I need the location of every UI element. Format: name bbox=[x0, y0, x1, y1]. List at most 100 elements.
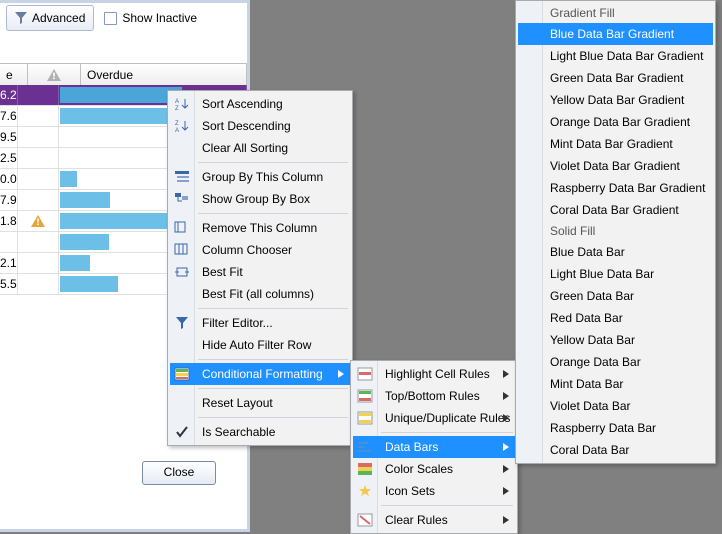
cell-warning bbox=[18, 232, 59, 252]
submenu-arrow-icon bbox=[503, 411, 509, 425]
cell-warning bbox=[18, 274, 59, 294]
warning-icon bbox=[31, 215, 45, 227]
menu-group-title: Solid Fill bbox=[518, 221, 713, 241]
cell-warning bbox=[18, 148, 59, 168]
menu-highlight-cell-rules[interactable]: Highlight Cell Rules bbox=[353, 363, 515, 385]
data-bar bbox=[60, 234, 109, 250]
checkbox-icon bbox=[104, 12, 117, 25]
svg-text:Z: Z bbox=[175, 121, 179, 127]
menu-unique-duplicate-rules[interactable]: Unique/Duplicate Rules bbox=[353, 407, 515, 429]
menu-data-bar-option[interactable]: Yellow Data Bar Gradient bbox=[518, 89, 713, 111]
cell-warning bbox=[18, 169, 59, 189]
submenu-arrow-icon bbox=[503, 367, 509, 381]
top-bottom-icon bbox=[357, 388, 373, 404]
cell-value: 6.23 bbox=[0, 85, 18, 105]
col-header-left[interactable]: e bbox=[0, 64, 28, 86]
submenu-arrow-icon bbox=[503, 389, 509, 403]
menu-data-bar-option[interactable]: Green Data Bar bbox=[518, 285, 713, 307]
menu-data-bar-option[interactable]: Light Blue Data Bar bbox=[518, 263, 713, 285]
cell-warning bbox=[18, 106, 59, 126]
menu-data-bar-option[interactable]: Blue Data Bar Gradient bbox=[518, 23, 713, 45]
menu-remove-column[interactable]: Remove This Column bbox=[170, 217, 350, 239]
menu-data-bar-option[interactable]: Mint Data Bar bbox=[518, 373, 713, 395]
cell-value: 7.97 bbox=[0, 190, 18, 210]
column-context-menu: AZ Sort Ascending ZA Sort Descending Cle… bbox=[167, 90, 353, 446]
menu-best-fit[interactable]: Best Fit bbox=[170, 261, 350, 283]
icon-sets-icon bbox=[357, 483, 373, 499]
cell-value: 0.00 bbox=[0, 169, 18, 189]
menu-data-bar-option[interactable]: Green Data Bar Gradient bbox=[518, 67, 713, 89]
menu-filter-editor[interactable]: Filter Editor... bbox=[170, 312, 350, 334]
menu-is-searchable[interactable]: Is Searchable bbox=[170, 421, 350, 443]
menu-data-bar-option[interactable]: Raspberry Data Bar Gradient bbox=[518, 177, 713, 199]
cell-warning bbox=[18, 85, 59, 105]
group-box-icon bbox=[174, 191, 190, 207]
menu-sort-ascending[interactable]: AZ Sort Ascending bbox=[170, 93, 350, 115]
close-button[interactable]: Close bbox=[142, 461, 216, 485]
menu-reset-layout[interactable]: Reset Layout bbox=[170, 392, 350, 414]
show-inactive-checkbox[interactable]: Show Inactive bbox=[104, 11, 197, 25]
menu-icon-sets[interactable]: Icon Sets bbox=[353, 480, 515, 502]
col-header-warning[interactable] bbox=[28, 64, 81, 86]
data-bar bbox=[60, 192, 110, 208]
advanced-label: Advanced bbox=[32, 11, 85, 25]
submenu-arrow-icon bbox=[503, 440, 509, 454]
menu-show-group-box[interactable]: Show Group By Box bbox=[170, 188, 350, 210]
funnel-icon bbox=[15, 12, 27, 24]
menu-data-bar-option[interactable]: Blue Data Bar bbox=[518, 241, 713, 263]
funnel-icon bbox=[174, 315, 190, 331]
menu-data-bar-option[interactable]: Violet Data Bar bbox=[518, 395, 713, 417]
menu-data-bar-option[interactable]: Coral Data Bar Gradient bbox=[518, 199, 713, 221]
column-chooser-icon bbox=[174, 242, 190, 258]
show-inactive-label: Show Inactive bbox=[122, 11, 197, 25]
menu-column-chooser[interactable]: Column Chooser bbox=[170, 239, 350, 261]
menu-data-bar-option[interactable]: Orange Data Bar bbox=[518, 351, 713, 373]
menu-data-bar-option[interactable]: Light Blue Data Bar Gradient bbox=[518, 45, 713, 67]
menu-data-bar-option[interactable]: Coral Data Bar bbox=[518, 439, 713, 461]
check-icon bbox=[174, 424, 190, 440]
menu-data-bar-option[interactable]: Mint Data Bar Gradient bbox=[518, 133, 713, 155]
submenu-arrow-icon bbox=[503, 484, 509, 498]
menu-hide-auto-filter[interactable]: Hide Auto Filter Row bbox=[170, 334, 350, 356]
menu-data-bar-option[interactable]: Orange Data Bar Gradient bbox=[518, 111, 713, 133]
menu-clear-sorting[interactable]: Clear All Sorting bbox=[170, 137, 350, 159]
menu-data-bar-option[interactable]: Violet Data Bar Gradient bbox=[518, 155, 713, 177]
menu-best-fit-all[interactable]: Best Fit (all columns) bbox=[170, 283, 350, 305]
cell-warning bbox=[18, 127, 59, 147]
submenu-arrow-icon bbox=[338, 367, 344, 381]
toolbar: Advanced Show Inactive bbox=[0, 3, 247, 33]
menu-group-title: Gradient Fill bbox=[518, 3, 713, 23]
warning-icon bbox=[47, 69, 61, 81]
highlight-rules-icon bbox=[357, 366, 373, 382]
menu-conditional-formatting[interactable]: Conditional Formatting bbox=[170, 363, 350, 385]
cell-value: 9.50 bbox=[0, 127, 18, 147]
menu-data-bar-option[interactable]: Red Data Bar bbox=[518, 307, 713, 329]
menu-sort-descending[interactable]: ZA Sort Descending bbox=[170, 115, 350, 137]
cell-warning bbox=[18, 190, 59, 210]
menu-top-bottom-rules[interactable]: Top/Bottom Rules bbox=[353, 385, 515, 407]
data-bars-submenu: Gradient FillBlue Data Bar GradientLight… bbox=[515, 0, 716, 464]
svg-text:Z: Z bbox=[175, 106, 179, 112]
cell-value: 7.60 bbox=[0, 106, 18, 126]
submenu-arrow-icon bbox=[503, 462, 509, 476]
data-bar bbox=[60, 276, 118, 292]
sort-desc-icon: ZA bbox=[174, 118, 190, 134]
menu-group-by-column[interactable]: Group By This Column bbox=[170, 166, 350, 188]
data-bars-icon bbox=[357, 439, 373, 455]
submenu-arrow-icon bbox=[503, 513, 509, 527]
conditional-formatting-icon bbox=[174, 366, 190, 382]
data-bar bbox=[60, 87, 182, 103]
menu-data-bar-option[interactable]: Yellow Data Bar bbox=[518, 329, 713, 351]
sort-asc-icon: AZ bbox=[174, 96, 190, 112]
cell-value: 1.83 bbox=[0, 211, 18, 231]
menu-color-scales[interactable]: Color Scales bbox=[353, 458, 515, 480]
cell-value: 2.50 bbox=[0, 148, 18, 168]
cell-warning bbox=[18, 211, 59, 231]
grid-header: e Overdue bbox=[0, 63, 247, 87]
cell-warning bbox=[18, 253, 59, 273]
menu-clear-rules[interactable]: Clear Rules bbox=[353, 509, 515, 531]
menu-data-bar-option[interactable]: Raspberry Data Bar bbox=[518, 417, 713, 439]
menu-data-bars[interactable]: Data Bars bbox=[353, 436, 515, 458]
advanced-button[interactable]: Advanced bbox=[6, 5, 94, 31]
col-header-overdue[interactable]: Overdue bbox=[81, 64, 247, 86]
